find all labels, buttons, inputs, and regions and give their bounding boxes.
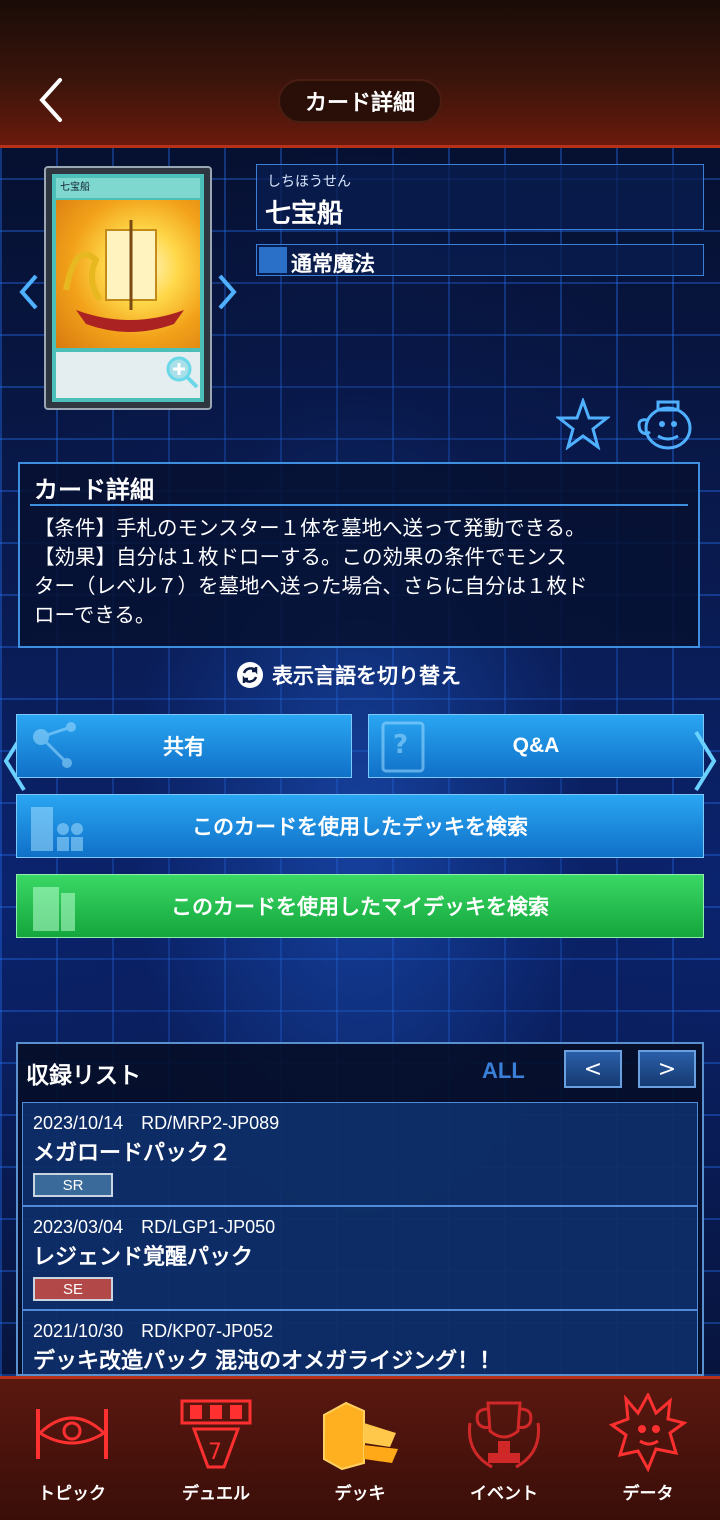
nav-label: デュエル [182, 1484, 250, 1503]
card-detail-title: カード詳細 [34, 477, 154, 504]
release-list-header: 収録リスト ALL < > [18, 1044, 702, 1098]
card-image-title: 七宝船 [56, 178, 200, 198]
share-label: 共有 [163, 736, 205, 759]
svg-text:7: 7 [208, 1440, 222, 1465]
my-deck-icon [33, 887, 75, 931]
release-pack-name: レジェンド覚醒パック [33, 1244, 254, 1269]
release-meta: 2023/10/14 RD/MRP2-JP089 [33, 1113, 280, 1133]
rarity-badge: SR [33, 1173, 113, 1197]
data-character-icon [608, 1393, 688, 1473]
page-title: カード詳細 [278, 79, 442, 123]
duel-cards-icon: 7 [180, 1399, 252, 1469]
deck-icon [323, 1401, 398, 1471]
nav-topic[interactable]: トピック [0, 1379, 144, 1520]
card-effect-text: 【条件】手札のモンスター１体を墓地へ送って発動できる。 【効果】自分は１枚ドロー… [34, 517, 588, 627]
release-meta: 2021/10/30 RD/KP07-JP052 [33, 1321, 274, 1341]
language-switch-label: 表示言語を切り替え [272, 665, 461, 688]
release-list-next-button[interactable]: > [638, 1050, 696, 1088]
divider [30, 504, 688, 506]
card-name-box: しちほうせん 七宝船 [256, 164, 704, 230]
search-decks-button[interactable]: このカードを使用したデッキを検索 [16, 794, 704, 858]
qa-icon: ? [381, 721, 425, 773]
qa-label: Q&A [512, 734, 560, 757]
release-meta: 2023/03/04 RD/LGP1-JP050 [33, 1217, 276, 1237]
bottom-navigation: トピック 7 デュエル デッキ イベント データ [0, 1376, 720, 1520]
list-item[interactable]: 2023/10/14 RD/MRP2-JP089 メガロードパック２ SR [22, 1102, 698, 1206]
list-item[interactable]: 2021/10/30 RD/KP07-JP052 デッキ改造パック 混沌のオメガ… [22, 1310, 698, 1374]
search-decks-label: このカードを使用したデッキを検索 [192, 816, 528, 839]
app-header: カード詳細 [0, 0, 720, 148]
prev-card-arrow-icon[interactable] [18, 272, 40, 312]
search-my-decks-label: このカードを使用したマイデッキを検索 [171, 896, 549, 919]
language-switch-button[interactable]: 表示言語を切り替え [236, 658, 461, 692]
nav-label: データ [622, 1484, 674, 1503]
zoom-icon[interactable] [164, 354, 200, 390]
card-detail-box: カード詳細 【条件】手札のモンスター１体を墓地へ送って発動できる。 【効果】自分… [18, 462, 700, 648]
share-button[interactable]: 共有 [16, 714, 352, 778]
rarity-badge: SE [33, 1277, 113, 1301]
card-name: 七宝船 [265, 198, 344, 228]
favorite-star-icon[interactable] [556, 398, 610, 450]
nav-duel[interactable]: 7 デュエル [144, 1379, 288, 1520]
nav-deck[interactable]: デッキ [288, 1379, 432, 1520]
card-type: 通常魔法 [291, 253, 375, 276]
card-type-box: 通常魔法 [256, 244, 704, 276]
release-list-filter[interactable]: ALL [482, 1058, 525, 1084]
share-icon [33, 722, 76, 768]
pot-of-greed-icon[interactable] [634, 396, 698, 452]
card-artwork [56, 200, 200, 348]
trophy-icon [467, 1401, 541, 1469]
release-pack-name: デッキ改造パック 混沌のオメガライジング！！ [33, 1348, 502, 1373]
topic-ship-icon [36, 1409, 108, 1459]
nav-label: トピック [38, 1484, 106, 1503]
release-list: 収録リスト ALL < > 2023/10/14 RD/MRP2-JP089 メ… [16, 1042, 704, 1376]
release-list-prev-button[interactable]: < [564, 1050, 622, 1088]
language-switch-icon [237, 662, 263, 688]
release-list-title: 収録リスト [26, 1062, 141, 1088]
card-type-swatch [259, 247, 287, 273]
release-pack-name: メガロードパック２ [33, 1140, 232, 1165]
deck-users-icon [31, 807, 83, 851]
nav-label: デッキ [334, 1484, 386, 1503]
card-name-ruby: しちほうせん [267, 174, 351, 190]
search-my-decks-button[interactable]: このカードを使用したマイデッキを検索 [16, 874, 704, 938]
back-arrow-icon[interactable] [28, 74, 76, 126]
svg-text:?: ? [393, 730, 408, 760]
next-card-arrow-icon[interactable] [216, 272, 238, 312]
nav-data[interactable]: データ [576, 1379, 720, 1520]
card-image[interactable]: 七宝船 [44, 166, 212, 410]
qa-button[interactable]: ? Q&A [368, 714, 704, 778]
nav-event[interactable]: イベント [432, 1379, 576, 1520]
list-item[interactable]: 2023/03/04 RD/LGP1-JP050 レジェンド覚醒パック SE [22, 1206, 698, 1310]
nav-label: イベント [470, 1484, 538, 1503]
next-action-arrow-icon[interactable] [692, 730, 718, 792]
